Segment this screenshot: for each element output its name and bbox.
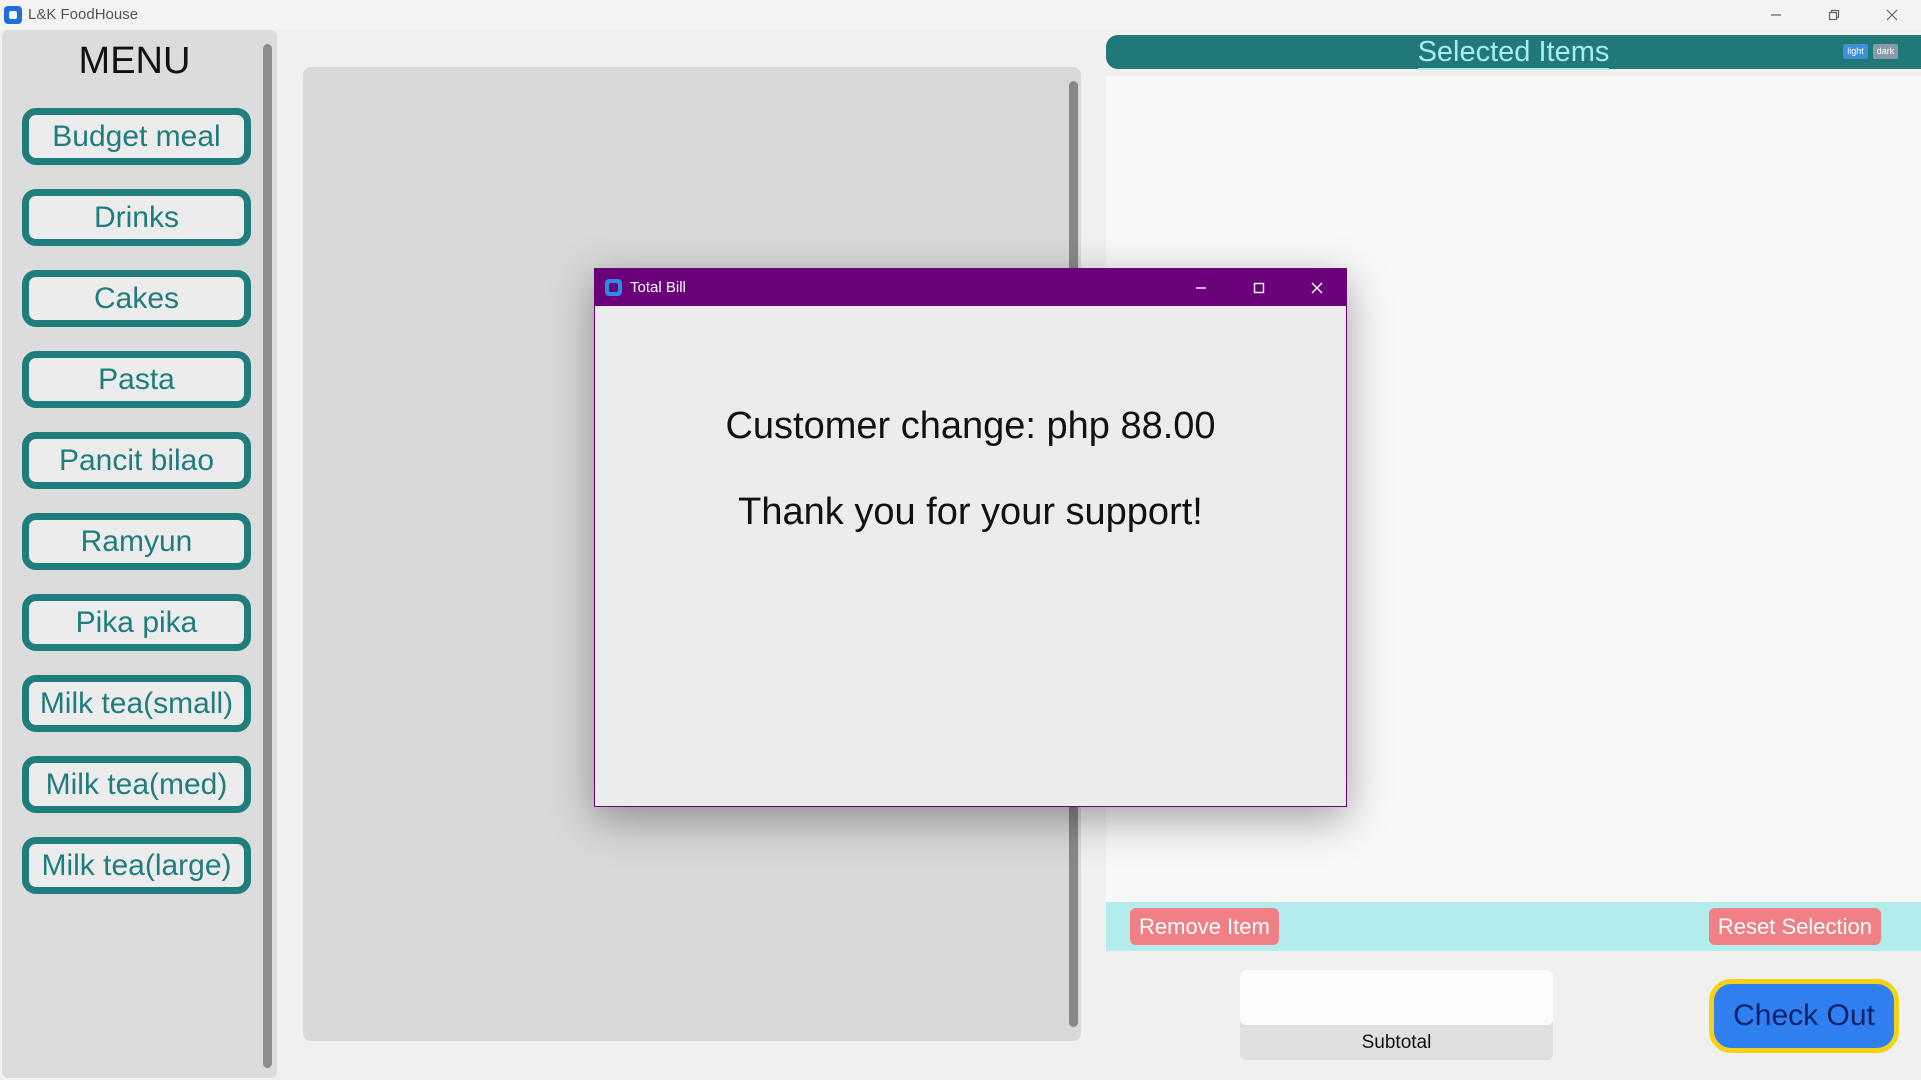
- dialog-controls: [1172, 269, 1346, 306]
- menu-item-milk-tea-large[interactable]: Milk tea(large): [22, 837, 251, 894]
- menu-item-pasta[interactable]: Pasta: [22, 351, 251, 408]
- subtotal-field[interactable]: [1240, 970, 1553, 1025]
- menu-item-milk-tea-small[interactable]: Milk tea(small): [22, 675, 251, 732]
- window-titlebar: L&K FoodHouse: [0, 0, 1921, 29]
- theme-light-button[interactable]: light: [1843, 44, 1868, 59]
- menu-scrollbar[interactable]: [263, 44, 272, 1068]
- minimize-icon[interactable]: [1747, 0, 1805, 29]
- subtotal-box: Subtotal: [1240, 970, 1553, 1060]
- menu-panel: MENU Budget meal Drinks Cakes Pasta Panc…: [2, 30, 277, 1078]
- window-controls: [1747, 0, 1921, 29]
- theme-dark-button[interactable]: dark: [1873, 44, 1898, 59]
- window-title: L&K FoodHouse: [28, 6, 139, 23]
- menu-item-ramyun[interactable]: Ramyun: [22, 513, 251, 570]
- reset-selection-button[interactable]: Reset Selection: [1708, 908, 1881, 945]
- menu-item-milk-tea-med[interactable]: Milk tea(med): [22, 756, 251, 813]
- dialog-title: Total Bill: [630, 279, 686, 296]
- selected-items-title: Selected Items: [1417, 36, 1610, 70]
- selected-items-header: Selected Items light dark: [1106, 35, 1921, 70]
- menu-item-pika-pika[interactable]: Pika pika: [22, 594, 251, 651]
- app-icon: [4, 5, 22, 24]
- dialog-titlebar: Total Bill: [595, 269, 1346, 306]
- menu-item-cakes[interactable]: Cakes: [22, 270, 251, 327]
- close-icon[interactable]: [1863, 0, 1921, 29]
- menu-item-budget-meal[interactable]: Budget meal: [22, 108, 251, 165]
- total-bill-dialog: Total Bill Customer change: php 88.00 Th…: [594, 268, 1347, 807]
- remove-item-button[interactable]: Remove Item: [1130, 908, 1279, 945]
- subtotal-label: Subtotal: [1361, 1032, 1432, 1053]
- menu-item-pancit-bilao[interactable]: Pancit bilao: [22, 432, 251, 489]
- dialog-minimize-icon[interactable]: [1172, 269, 1230, 306]
- menu-title: MENU: [78, 40, 191, 82]
- dialog-app-icon: [605, 279, 622, 296]
- dialog-maximize-icon[interactable]: [1230, 269, 1288, 306]
- customer-change-message: Customer change: php 88.00: [725, 405, 1216, 447]
- dialog-close-icon[interactable]: [1288, 269, 1346, 306]
- check-out-button[interactable]: Check Out: [1709, 979, 1899, 1053]
- thank-you-message: Thank you for your support!: [738, 491, 1203, 533]
- restore-icon[interactable]: [1805, 0, 1863, 29]
- action-bar: Remove Item Reset Selection: [1106, 902, 1921, 951]
- menu-item-drinks[interactable]: Drinks: [22, 189, 251, 246]
